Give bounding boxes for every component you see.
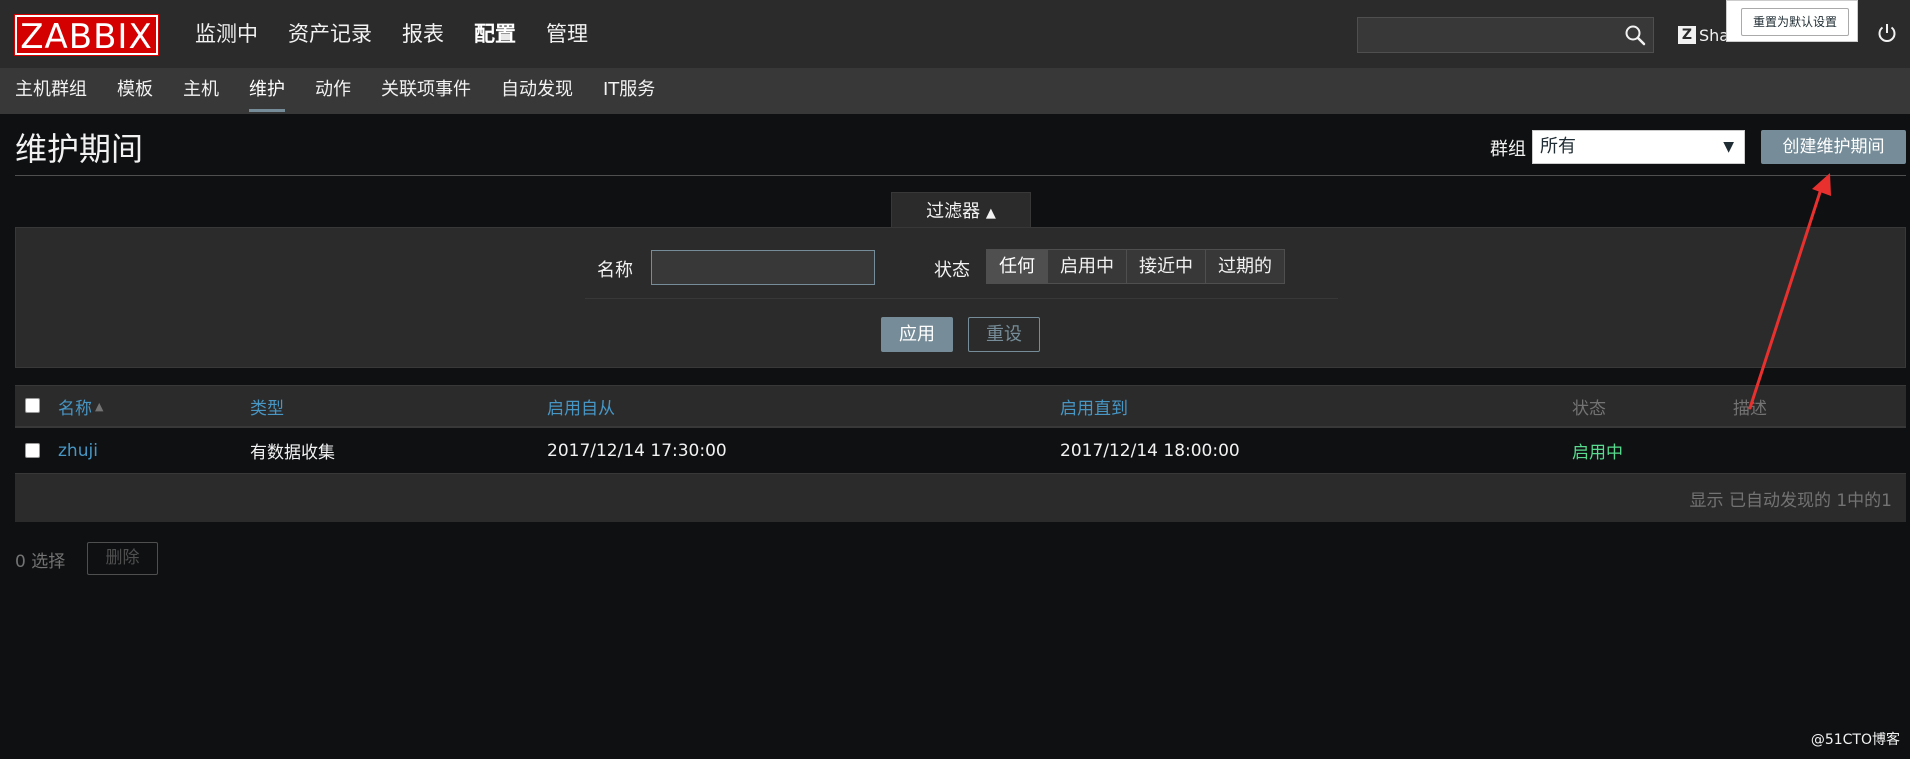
main-menu-configuration[interactable]: 配置 — [459, 0, 531, 69]
row-state: 启用中 — [1572, 443, 1623, 463]
header-description: 描述 — [1733, 398, 1767, 419]
filter-divider — [585, 298, 1338, 299]
header-active-till[interactable]: 启用直到 — [1060, 386, 1128, 426]
page-title: 维护期间 — [15, 130, 144, 168]
select-all-checkbox[interactable] — [25, 398, 40, 413]
reset-defaults-button[interactable]: 重置为默认设置 — [1741, 8, 1849, 36]
sub-menu-hosts[interactable]: 主机 — [183, 69, 219, 114]
main-menu-reports[interactable]: 报表 — [387, 0, 459, 69]
main-menu-monitoring[interactable]: 监测中 — [180, 0, 273, 69]
table-row: zhuji 有数据收集 2017/12/14 17:30:00 2017/12/… — [15, 428, 1906, 474]
row-type: 有数据收集 — [250, 443, 335, 463]
row-name-link[interactable]: zhuji — [58, 428, 98, 473]
zabbix-logo[interactable]: ZABBIX — [14, 14, 159, 57]
header-name[interactable]: 名称 ▲ — [58, 386, 103, 426]
row-active-till: 2017/12/14 18:00:00 — [1060, 440, 1240, 461]
filter-tab[interactable]: 过滤器 ▲ — [891, 192, 1031, 228]
filter-state-label: 状态 — [934, 260, 970, 281]
filter-state-group: 任何 启用中 接近中 过期的 — [986, 249, 1285, 284]
filter-tab-label: 过滤器 — [926, 201, 981, 222]
sub-menu-host-groups[interactable]: 主机群组 — [15, 69, 87, 114]
watermark: @51CTO博客 — [1810, 732, 1900, 748]
main-menu-inventory[interactable]: 资产记录 — [273, 0, 387, 69]
row-checkbox[interactable] — [25, 442, 40, 458]
sub-menu-discovery[interactable]: 自动发现 — [501, 69, 573, 114]
group-label: 群组 — [1490, 139, 1526, 160]
sub-menu-event-correlation[interactable]: 关联项事件 — [381, 69, 471, 114]
filter-name-label: 名称 — [597, 260, 633, 281]
search-icon[interactable] — [1624, 24, 1646, 46]
sub-menu-templates[interactable]: 模板 — [117, 69, 153, 114]
sub-menu: 主机群组 模板 主机 维护 动作 关联项事件 自动发现 IT服务 — [0, 69, 1910, 114]
table-footer: 显示 已自动发现的 1中的1 — [15, 474, 1906, 522]
group-select-value: 所有 — [1540, 136, 1576, 157]
header-active-since[interactable]: 启用自从 — [547, 386, 615, 426]
filter-state-active[interactable]: 启用中 — [1047, 250, 1126, 283]
reset-defaults-popup: 重置为默认设置 — [1726, 0, 1858, 42]
selected-count: 0 选择 — [15, 552, 66, 572]
table-footer-count: 显示 已自动发现的 1中的1 — [1689, 490, 1892, 511]
table-header: 名称 ▲ 类型 启用自从 启用直到 状态 描述 — [15, 385, 1906, 428]
sub-menu-it-services[interactable]: IT服务 — [603, 69, 655, 114]
share-icon: Z — [1678, 26, 1696, 44]
filter-state-approaching[interactable]: 接近中 — [1126, 250, 1205, 283]
chevron-down-icon: ▼ — [1723, 139, 1734, 155]
sort-asc-icon: ▲ — [95, 399, 104, 413]
power-icon[interactable] — [1876, 22, 1898, 44]
delete-button[interactable]: 删除 — [87, 542, 158, 575]
filter-state-any[interactable]: 任何 — [987, 250, 1047, 283]
caret-up-icon: ▲ — [985, 206, 996, 221]
row-active-since: 2017/12/14 17:30:00 — [547, 440, 727, 461]
global-search-input[interactable] — [1358, 18, 1653, 52]
header-state: 状态 — [1572, 398, 1606, 419]
title-divider — [15, 175, 1906, 176]
top-bar: ZABBIX 监测中 资产记录 报表 配置 管理 Z Shar 重置为默认设置 — [0, 0, 1910, 69]
global-search — [1357, 17, 1654, 53]
filter-state-expired[interactable]: 过期的 — [1205, 250, 1284, 283]
apply-button[interactable]: 应用 — [881, 317, 953, 352]
maintenance-table: 名称 ▲ 类型 启用自从 启用直到 状态 描述 zhuji 有数据收集 2017… — [15, 385, 1906, 522]
group-select[interactable]: 所有 ▼ — [1532, 130, 1745, 164]
sub-menu-maintenance[interactable]: 维护 — [249, 69, 285, 114]
create-maintenance-button[interactable]: 创建维护期间 — [1761, 130, 1906, 164]
reset-button[interactable]: 重设 — [968, 317, 1040, 352]
header-type[interactable]: 类型 — [250, 386, 284, 426]
sub-menu-actions[interactable]: 动作 — [315, 69, 351, 114]
main-menu: 监测中 资产记录 报表 配置 管理 — [180, 0, 603, 69]
main-menu-administration[interactable]: 管理 — [531, 0, 603, 69]
filter-name-input[interactable] — [651, 250, 875, 285]
